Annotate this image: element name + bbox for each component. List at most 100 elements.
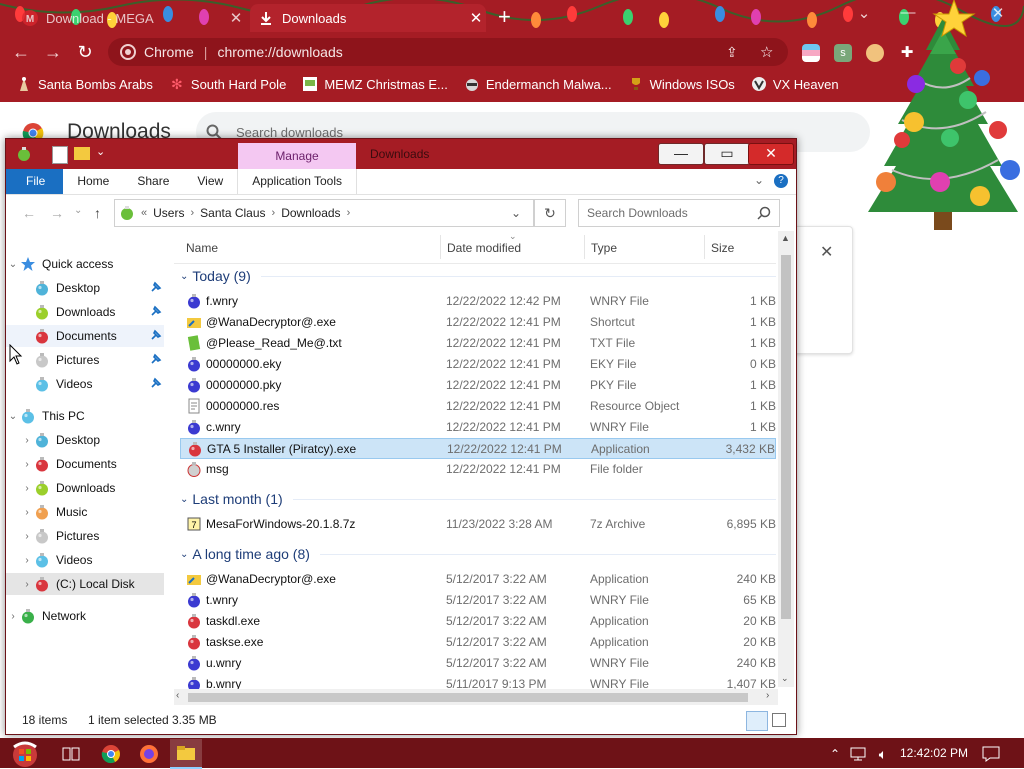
- file-row[interactable]: @WanaDecryptor@.exe 12/22/2022 12:41 PM Sh…: [180, 312, 776, 333]
- pin-icon[interactable]: [150, 305, 162, 317]
- nav-pc-desktop[interactable]: › Desktop: [6, 429, 164, 451]
- close-tab-icon[interactable]: ✕: [226, 9, 246, 27]
- tab-mega[interactable]: M Download - MEGA ✕: [14, 4, 246, 32]
- breadcrumb-downloads[interactable]: Downloads: [281, 206, 340, 220]
- close-button[interactable]: ✕: [748, 143, 794, 165]
- file-explorer-taskbar-icon[interactable]: [170, 739, 202, 769]
- nav-pc-documents[interactable]: › Documents: [6, 453, 164, 475]
- column-divider[interactable]: [704, 235, 705, 259]
- bookmark-item[interactable]: Windows ISOs: [628, 76, 735, 92]
- column-name[interactable]: Name: [186, 241, 218, 255]
- properties-icon[interactable]: [52, 146, 68, 164]
- collapse-chevron-icon[interactable]: ⌄: [180, 549, 188, 560]
- extension-s-icon[interactable]: s: [834, 44, 852, 62]
- chrome-taskbar-icon[interactable]: [100, 743, 122, 765]
- group-header[interactable]: ⌄ A long time ago (8): [174, 543, 776, 565]
- pin-icon[interactable]: [150, 377, 162, 389]
- reload-icon[interactable]: ↻: [74, 41, 96, 63]
- file-row[interactable]: @WanaDecryptor@.exe 5/12/2017 3:22 AM Appl…: [180, 569, 776, 590]
- flag-extension-icon[interactable]: [802, 44, 820, 62]
- collapse-chevron-icon[interactable]: ⌄: [180, 271, 188, 282]
- large-icons-view-icon[interactable]: [772, 713, 786, 727]
- expand-arrow-icon[interactable]: ›: [20, 555, 34, 566]
- nav-quick-access[interactable]: ⌄ Quick access: [6, 253, 164, 275]
- pin-icon[interactable]: [150, 329, 162, 341]
- expand-arrow-icon[interactable]: ›: [20, 579, 34, 590]
- forward-arrow-icon[interactable]: →: [50, 205, 64, 221]
- file-row[interactable]: 7 MesaForWindows-20.1.8.7z 11/23/2022 3:28…: [180, 514, 776, 535]
- chevron-right-icon[interactable]: ›: [272, 207, 276, 219]
- tab-downloads[interactable]: Downloads ✕: [250, 4, 486, 32]
- chevron-down-icon[interactable]: ⌄: [96, 145, 105, 158]
- group-header[interactable]: ⌄ Today (9): [174, 265, 776, 287]
- file-row[interactable]: taskse.exe 5/12/2017 3:22 AM Application 20…: [180, 632, 776, 653]
- close-icon[interactable]: ✕: [820, 242, 833, 262]
- file-row[interactable]: f.wnry 12/22/2022 12:42 PM WNRY File 1 KB: [180, 291, 776, 312]
- star-icon[interactable]: ☆: [760, 43, 773, 61]
- nav-pc--c-local-disk[interactable]: › (C:) Local Disk: [6, 573, 164, 595]
- column-divider[interactable]: [440, 235, 441, 259]
- tab-share[interactable]: Share: [123, 169, 183, 194]
- details-view-icon[interactable]: [746, 711, 768, 731]
- clock[interactable]: 12:42:02 PM: [900, 746, 968, 760]
- scrollbar-thumb[interactable]: [188, 693, 748, 702]
- scroll-up-icon[interactable]: ▲: [781, 233, 790, 243]
- file-row[interactable]: 00000000.res 12/22/2022 12:41 PM Resource …: [180, 396, 776, 417]
- nav-quick-desktop[interactable]: Desktop: [6, 277, 164, 299]
- expand-arrow-icon[interactable]: ›: [20, 435, 34, 446]
- chevron-right-icon[interactable]: ›: [190, 207, 194, 219]
- file-row[interactable]: 00000000.pky 12/22/2022 12:41 PM PKY File 1…: [180, 375, 776, 396]
- breadcrumb-users[interactable]: Users: [153, 206, 184, 220]
- maximize-button[interactable]: ▭: [704, 143, 750, 165]
- tab-application-tools[interactable]: Application Tools: [237, 169, 358, 194]
- close-tab-icon[interactable]: ✕: [466, 9, 486, 27]
- expand-arrow-icon[interactable]: ›: [20, 531, 34, 542]
- new-folder-icon[interactable]: [74, 147, 90, 160]
- nav-quick-pictures[interactable]: Pictures: [6, 349, 164, 371]
- up-arrow-icon[interactable]: ↑: [94, 205, 101, 221]
- tab-view[interactable]: View: [183, 169, 237, 194]
- volume-icon[interactable]: 🔈︎: [872, 743, 894, 765]
- scroll-down-icon[interactable]: ⌄: [781, 673, 789, 684]
- bookmark-item[interactable]: Santa Bombs Arabs: [16, 76, 153, 92]
- expand-arrow-icon[interactable]: ›: [20, 483, 34, 494]
- column-size[interactable]: Size: [711, 241, 734, 255]
- help-icon[interactable]: ?: [774, 174, 788, 188]
- back-arrow-icon[interactable]: ←: [10, 41, 32, 63]
- nav-quick-documents[interactable]: Documents: [6, 325, 164, 347]
- pin-icon[interactable]: [150, 353, 162, 365]
- firefox-icon[interactable]: [138, 743, 160, 765]
- file-row[interactable]: u.wnry 5/12/2017 3:22 AM WNRY File 240 KB: [180, 653, 776, 674]
- nav-network[interactable]: › Network: [6, 605, 164, 627]
- vertical-scrollbar[interactable]: ▲ ⌄: [778, 231, 794, 687]
- scrollbar-thumb[interactable]: [781, 255, 791, 619]
- nav-pc-videos[interactable]: › Videos: [6, 549, 164, 571]
- tab-home[interactable]: Home: [63, 169, 123, 194]
- file-row[interactable]: 00000000.eky 12/22/2022 12:41 PM EKY File 0…: [180, 354, 776, 375]
- file-row[interactable]: msg 12/22/2022 12:41 PM File folder: [180, 459, 776, 480]
- bookmark-item[interactable]: Endermanch Malwa...: [464, 76, 612, 92]
- path-breadcrumb[interactable]: « Users › Santa Claus › Downloads › ⌄: [114, 199, 534, 227]
- file-row[interactable]: c.wnry 12/22/2022 12:41 PM WNRY File 1 KB: [180, 417, 776, 438]
- task-view-icon[interactable]: [60, 743, 82, 765]
- chevron-down-icon[interactable]: ⌄: [511, 206, 521, 220]
- column-divider[interactable]: [584, 235, 585, 259]
- forward-arrow-icon[interactable]: →: [42, 41, 64, 63]
- column-date[interactable]: Date modified: [447, 241, 521, 255]
- bookmark-item[interactable]: VX Heaven: [751, 76, 839, 92]
- new-tab-button[interactable]: +: [498, 5, 511, 29]
- overflow-chevron-icon[interactable]: «: [141, 207, 147, 219]
- file-row[interactable]: taskdl.exe 5/12/2017 3:22 AM Application 20…: [180, 611, 776, 632]
- scroll-right-icon[interactable]: ›: [766, 690, 769, 701]
- column-type[interactable]: Type: [591, 241, 617, 255]
- collapse-arrow-icon[interactable]: ⌄: [6, 259, 20, 270]
- pin-icon[interactable]: [150, 281, 162, 293]
- chevron-right-icon[interactable]: ›: [347, 207, 351, 219]
- expand-arrow-icon[interactable]: ›: [20, 459, 34, 470]
- chevron-down-icon[interactable]: ⌄: [754, 173, 764, 187]
- file-row[interactable]: GTA 5 Installer (Piratcy).exe 12/22/2022 …: [180, 438, 776, 459]
- expand-arrow-icon[interactable]: ›: [6, 611, 20, 622]
- network-icon[interactable]: [848, 743, 870, 765]
- manage-tab[interactable]: Manage: [238, 143, 356, 170]
- collapse-chevron-icon[interactable]: ⌄: [180, 494, 188, 505]
